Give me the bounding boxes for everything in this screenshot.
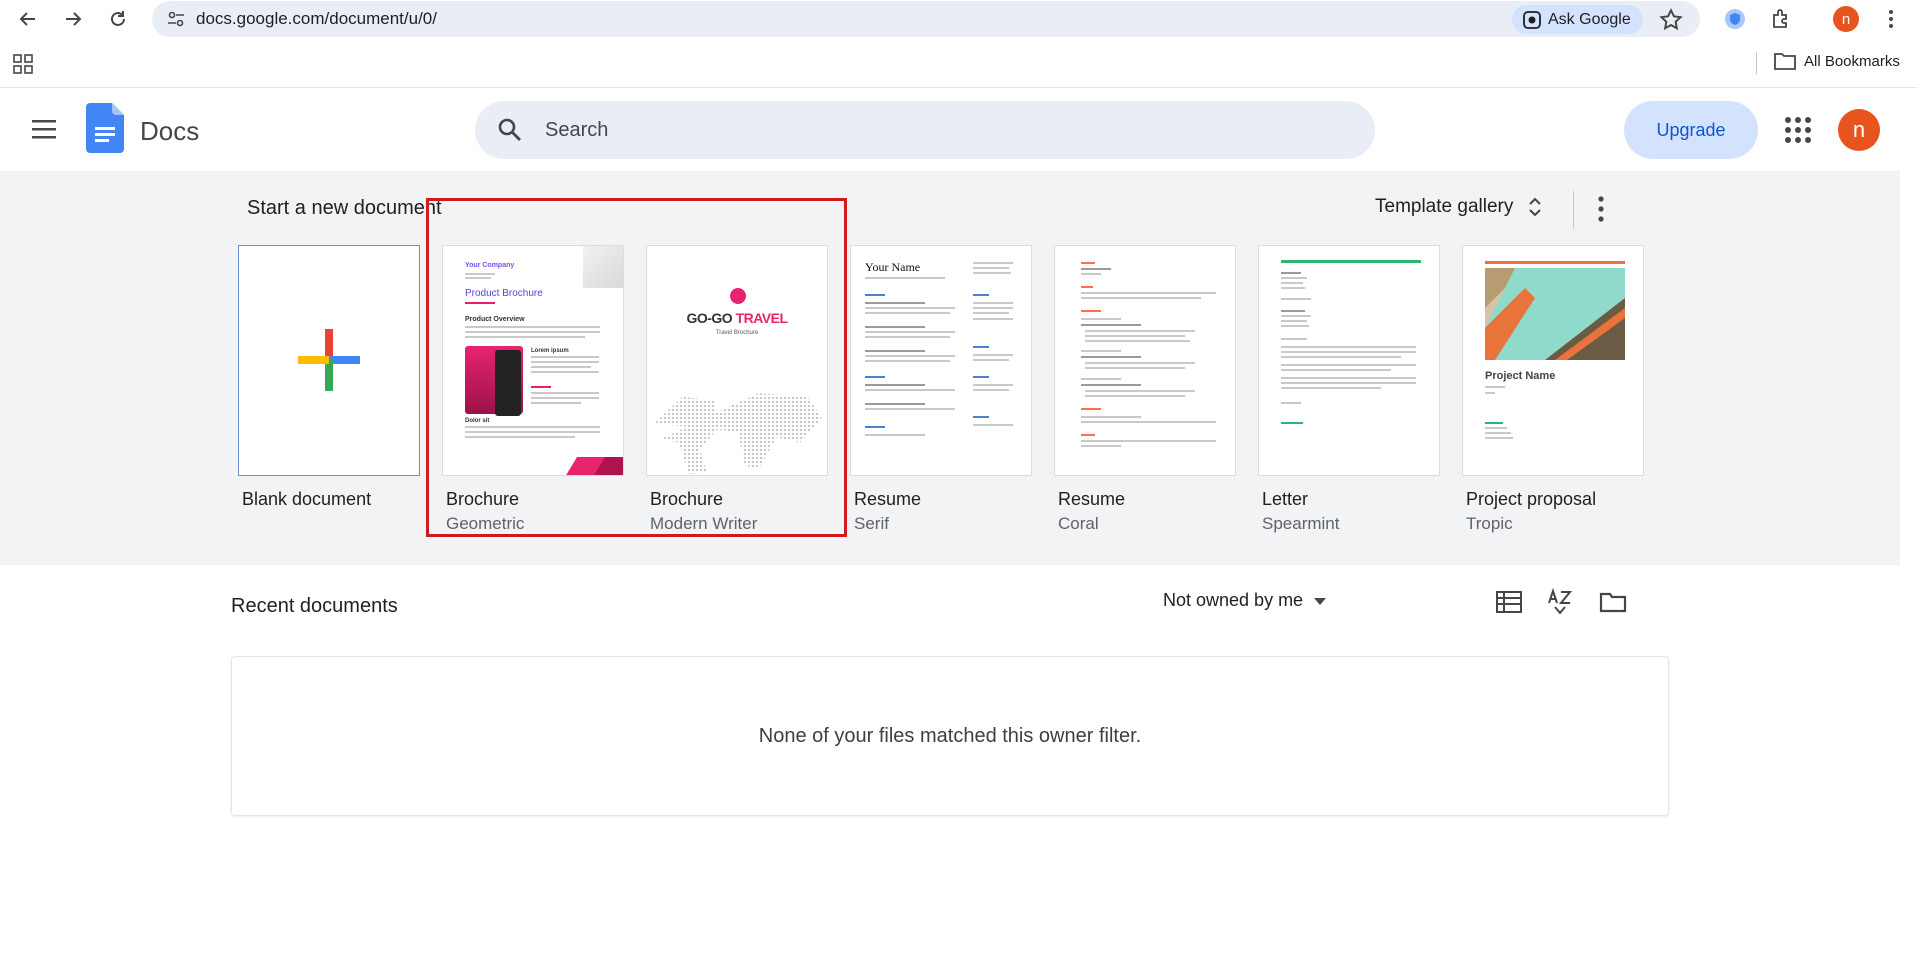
thumb-company: Your Company: [465, 262, 515, 269]
template-thumbnail[interactable]: [238, 245, 420, 476]
template-thumbnail[interactable]: Project Name: [1462, 245, 1644, 476]
list-view-icon[interactable]: [1494, 587, 1524, 617]
reload-button[interactable]: [104, 5, 132, 33]
template-subtitle: Tropic: [1466, 514, 1513, 533]
reload-icon: [111, 11, 125, 26]
template-title: Brochure: [650, 489, 724, 509]
start-new-document-section: Start a new document Template gallery Bl…: [0, 171, 1900, 565]
template-subtitle: Serif: [854, 514, 889, 533]
template-blank-document[interactable]: Blank document: [238, 245, 420, 510]
thumb-lorem: Lorem ipsum: [531, 348, 569, 354]
browser-profile-avatar[interactable]: n: [1833, 6, 1859, 32]
template-title: Blank document: [242, 489, 372, 509]
template-subtitle: Coral: [1058, 514, 1099, 533]
search-input[interactable]: [545, 115, 1345, 145]
template-subtitle: Spearmint: [1262, 514, 1340, 533]
thumb-heading: Product Brochure: [465, 288, 543, 299]
search-bar[interactable]: [475, 101, 1375, 159]
template-title: Project proposal: [1466, 489, 1597, 509]
template-brochure-modern-writer[interactable]: GO-GO TRAVEL Travel Brochure Brochure Mo…: [646, 245, 828, 534]
google-apps-icon[interactable]: [1784, 116, 1812, 144]
browser-toolbar: docs.google.com/document/u/0/ Ask Google…: [0, 0, 1917, 38]
extension-shield-icon[interactable]: [1722, 6, 1748, 32]
template-resume-coral[interactable]: Resume Coral: [1054, 245, 1236, 534]
template-divider: [1573, 191, 1574, 229]
open-file-picker-icon[interactable]: [1598, 587, 1628, 617]
upgrade-button[interactable]: Upgrade: [1624, 101, 1758, 159]
app-title[interactable]: Docs: [140, 116, 199, 147]
arrow-left-icon: [19, 12, 35, 26]
thumb-brand-2: TRAVEL: [735, 310, 788, 326]
owner-filter-dropdown[interactable]: Not owned by me: [1163, 590, 1327, 611]
thumb-resume-name: Your Name: [865, 260, 921, 274]
template-thumbnail[interactable]: GO-GO TRAVEL Travel Brochure: [646, 245, 828, 476]
ask-google-label: Ask Google: [1548, 10, 1631, 28]
template-thumbnail[interactable]: Your Name: [850, 245, 1032, 476]
thumb-travel-sub: Travel Brochure: [715, 330, 759, 336]
recent-documents-panel: None of your files matched this owner fi…: [231, 656, 1669, 816]
owner-filter-label: Not owned by me: [1163, 590, 1304, 610]
bookmarks-bar: All Bookmarks: [0, 38, 1917, 88]
template-gallery-label: Template gallery: [1375, 196, 1514, 217]
main-menu-icon[interactable]: [30, 117, 58, 141]
template-title: Resume: [854, 489, 922, 509]
url-text: docs.google.com/document/u/0/: [196, 9, 437, 28]
address-bar[interactable]: docs.google.com/document/u/0/ Ask Google: [152, 1, 1700, 37]
template-thumbnail[interactable]: [1054, 245, 1236, 476]
recent-documents-title: Recent documents: [231, 595, 398, 617]
plus-icon: [298, 329, 360, 391]
extensions-puzzle-icon[interactable]: [1768, 6, 1794, 32]
all-bookmarks-label: All Bookmarks: [1804, 52, 1900, 70]
template-letter-spearmint[interactable]: Letter Spearmint: [1258, 245, 1440, 534]
docs-logo-icon[interactable]: [86, 103, 124, 153]
template-project-proposal-tropic[interactable]: Project Name Project proposal Tropic: [1462, 245, 1644, 534]
apps-shortcut-icon[interactable]: [12, 53, 34, 75]
section-title: Start a new document: [247, 197, 442, 219]
site-settings-icon[interactable]: [166, 9, 186, 29]
template-title: Letter: [1262, 489, 1309, 509]
sort-az-icon[interactable]: [1545, 587, 1575, 617]
template-thumbnail[interactable]: Your Company Product Brochure Product Ov…: [442, 245, 624, 476]
template-gallery-button[interactable]: Template gallery: [1375, 195, 1543, 219]
template-brochure-geometric[interactable]: Your Company Product Brochure Product Ov…: [442, 245, 624, 534]
folder-icon: [1774, 53, 1796, 70]
template-subtitle: Modern Writer: [650, 514, 758, 533]
all-bookmarks-button[interactable]: All Bookmarks: [1774, 52, 1900, 70]
browser-menu-icon[interactable]: [1878, 6, 1904, 32]
thumb-dolor: Dolor sit: [465, 418, 490, 424]
bookmarks-divider: [1756, 52, 1757, 74]
thumb-project-name: Project Name: [1485, 370, 1556, 382]
arrow-right-icon: [66, 12, 82, 26]
back-button[interactable]: [14, 5, 42, 33]
more-options-icon[interactable]: [1588, 193, 1614, 225]
ask-google-button[interactable]: Ask Google: [1512, 5, 1643, 34]
search-icon[interactable]: [497, 117, 523, 143]
docs-header: Docs Upgrade n: [0, 89, 1917, 171]
template-title: Resume: [1058, 489, 1126, 509]
forward-button[interactable]: [59, 5, 87, 33]
template-thumbnail[interactable]: [1258, 245, 1440, 476]
empty-state-message: None of your files matched this owner fi…: [758, 725, 1142, 747]
template-resume-serif[interactable]: Your Name Resume Serif: [850, 245, 1032, 534]
thumb-brand-1: GO-GO: [686, 310, 733, 326]
world-map-image: [654, 393, 822, 475]
template-subtitle: Geometric: [446, 514, 525, 533]
tropic-cover-image: [1485, 268, 1625, 360]
template-title: Brochure: [446, 489, 520, 509]
caret-down-icon: [1314, 597, 1327, 605]
thumb-overview: Product Overview: [465, 316, 525, 323]
bookmark-star-icon[interactable]: [1658, 7, 1684, 33]
lens-icon: [1523, 10, 1541, 29]
unfold-icon: [1529, 197, 1542, 217]
account-avatar[interactable]: n: [1838, 109, 1880, 151]
